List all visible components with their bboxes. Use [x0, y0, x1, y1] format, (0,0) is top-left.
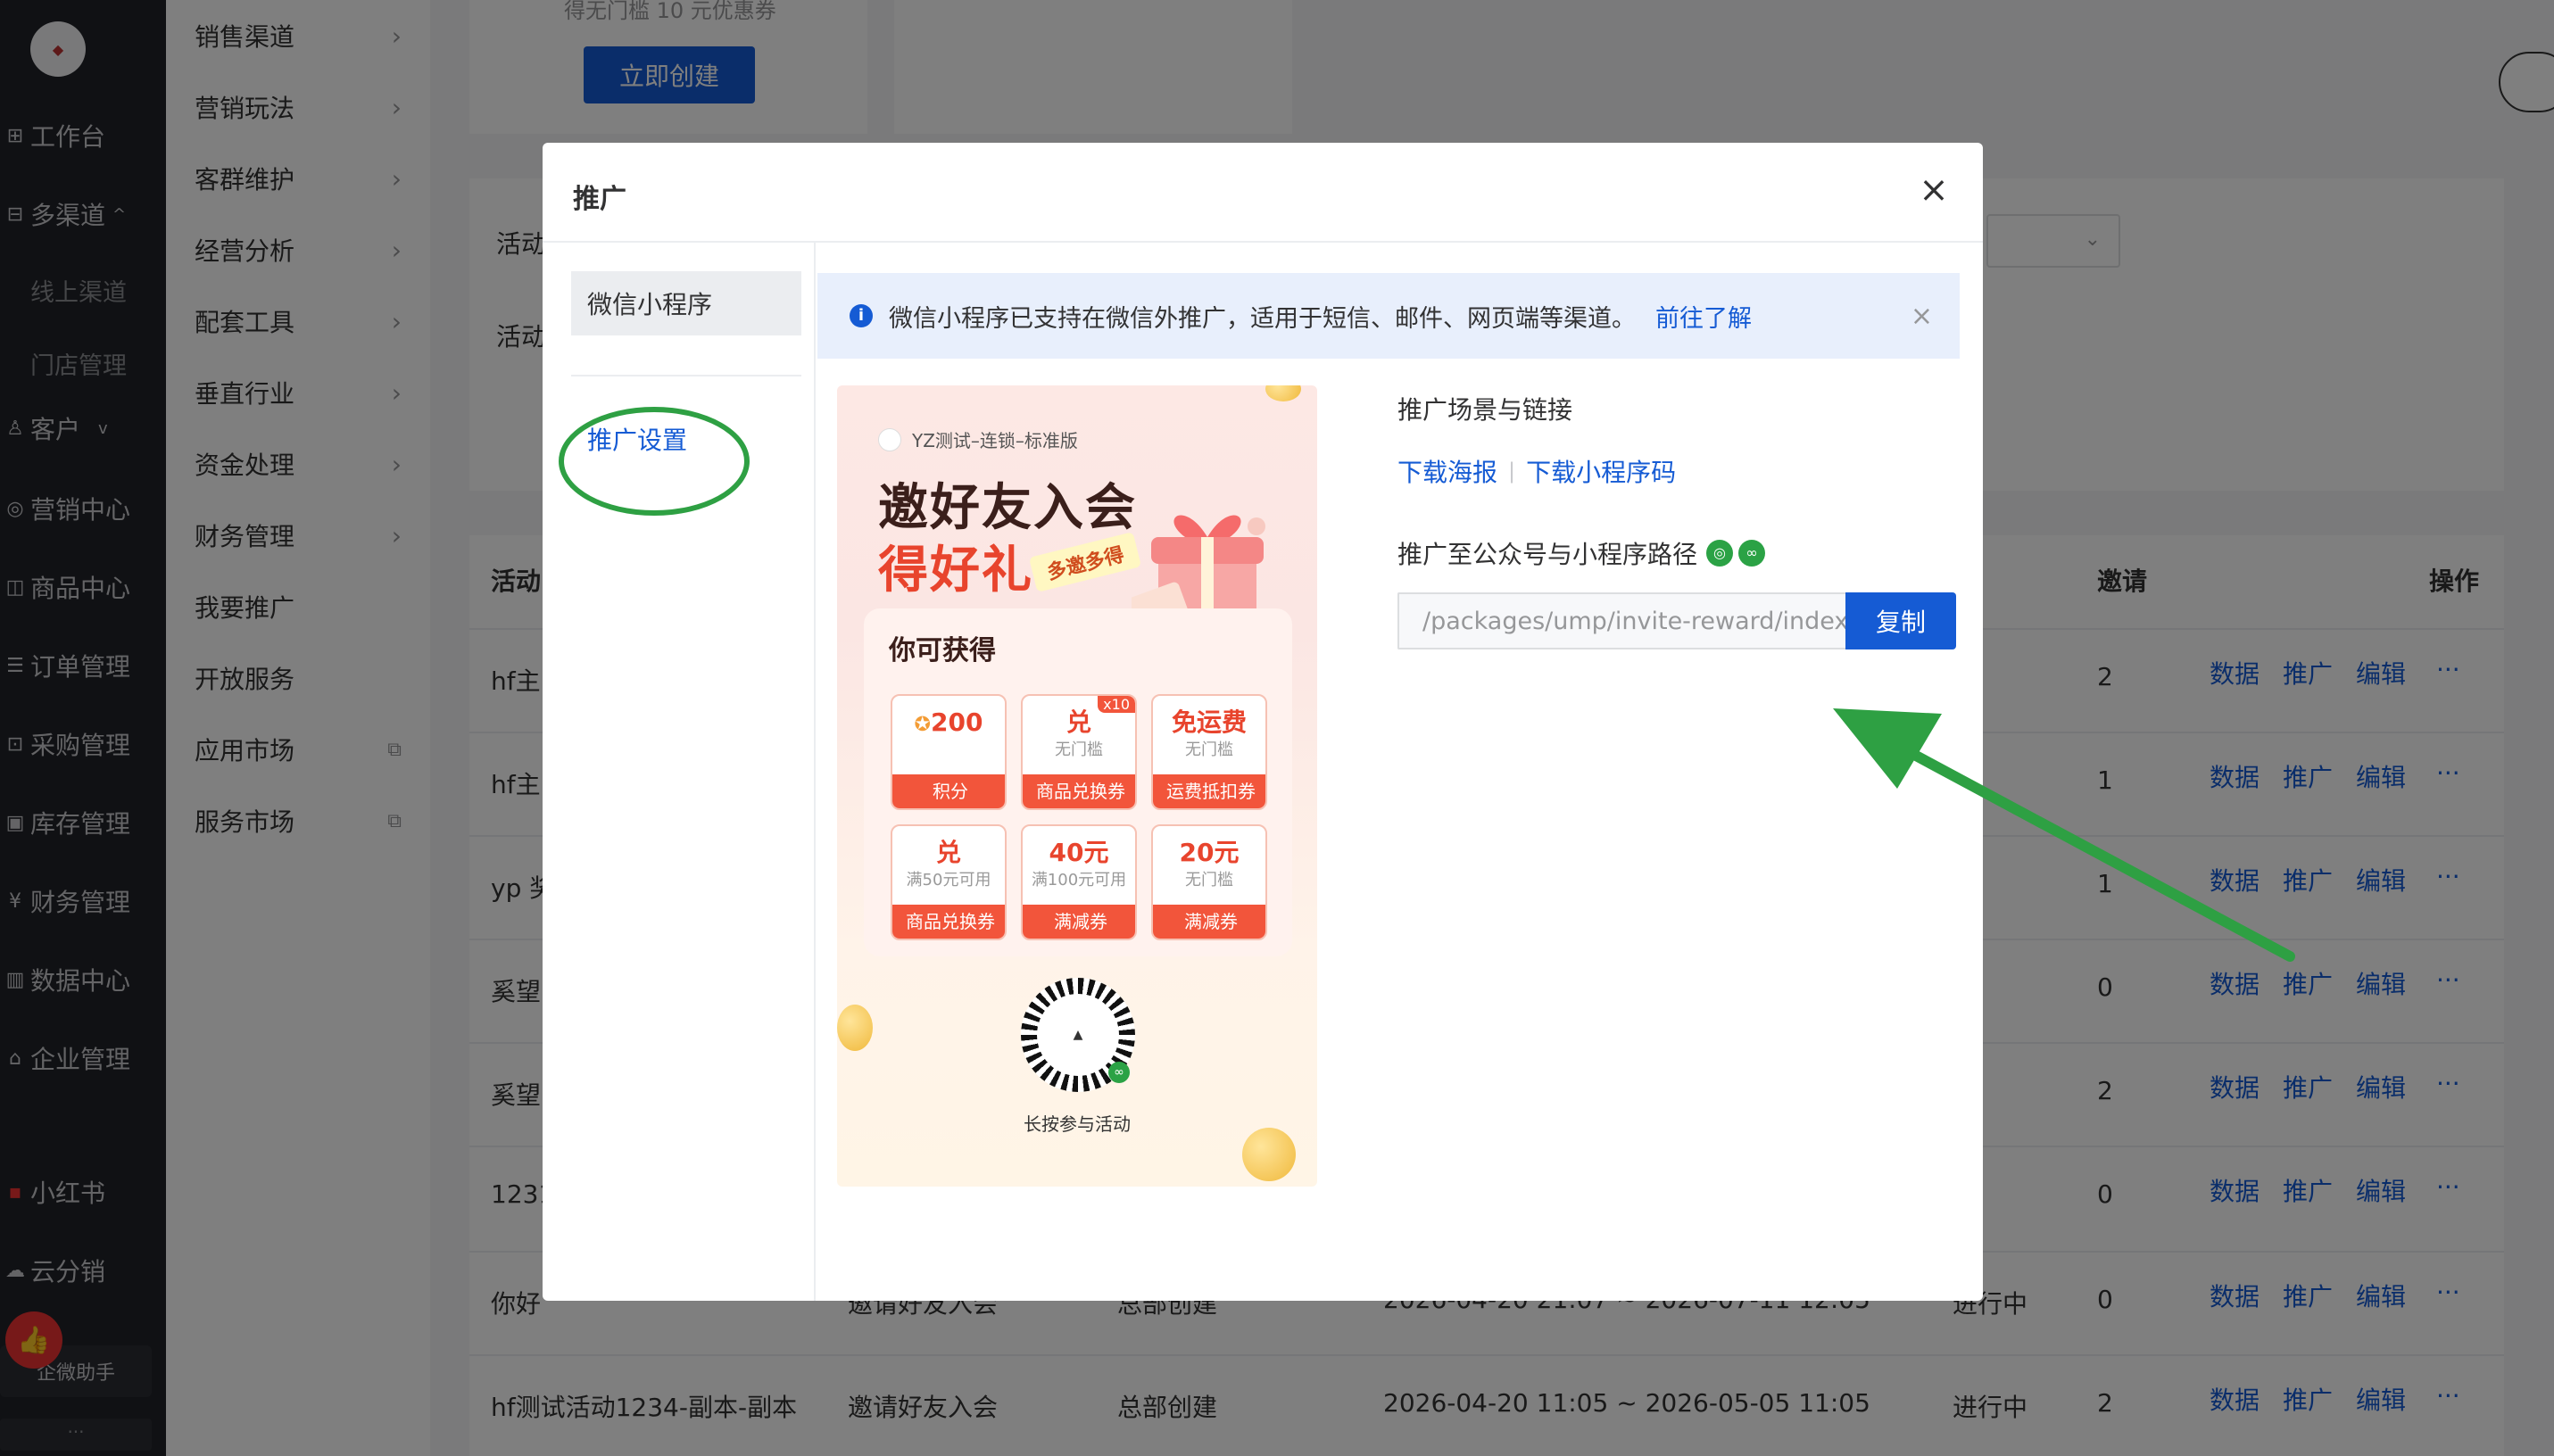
notice-text: 微信小程序已支持在微信外推广，适用于短信、邮件、网页端等渠道。 [889, 304, 1636, 333]
miniprogram-badge-icon: ∞ [1108, 1062, 1130, 1083]
coupon-exchange-50: 兑 满50元可用 商品兑换券 [891, 824, 1007, 940]
wechat-official-account-icon: ◎ [1706, 540, 1734, 567]
annotation-circle [559, 407, 750, 516]
coupon-condition: 满100元可用 [1031, 871, 1127, 889]
coupon-points: ✪200 积分 [891, 694, 1007, 810]
qrcode-logo-icon: ▲ [1037, 994, 1119, 1076]
poster-headline-2: 得好礼 [878, 542, 1033, 600]
divider [571, 375, 801, 376]
coupon-type: 积分 [892, 774, 1005, 808]
coin-icon: ✪ [914, 714, 931, 736]
shop-logo-icon [878, 427, 901, 451]
coupon-condition: 满50元可用 [906, 871, 991, 889]
learn-more-link[interactable]: 前往了解 [1655, 299, 1752, 334]
link-separator: | [1508, 459, 1516, 484]
rewards-panel: 你可获得 ✪200 积分 x10 兑 无门槛 商品兑换券 免运费 无门槛 运费抵… [864, 608, 1292, 956]
download-qrcode-link[interactable]: 下载小程序码 [1526, 453, 1676, 489]
coupon-free-shipping: 免运费 无门槛 运费抵扣券 [1151, 694, 1267, 810]
miniprogram-icon: ∞ [1738, 540, 1766, 567]
coupon-type: 满减券 [1023, 905, 1135, 939]
coin-decoration [1242, 1128, 1296, 1181]
promotion-links-panel: 推广场景与链接 下载海报 | 下载小程序码 推广至公众号与小程序路径 ◎ ∞ 复… [1397, 391, 1969, 649]
promotion-dialog: 推广 × 微信小程序 推广设置 i 微信小程序已支持在微信外推广，适用于短信、邮… [543, 143, 1983, 1301]
coupon-value: 兑 [935, 838, 961, 867]
poster-tag: 多邀多得 [1028, 532, 1142, 592]
dialog-header: 推广 × [543, 143, 1983, 243]
copy-button[interactable]: 复制 [1845, 592, 1956, 649]
close-icon[interactable]: × [1911, 168, 1956, 212]
coupon-count-badge: x10 [1098, 696, 1135, 713]
coupon-exchange: x10 兑 无门槛 商品兑换券 [1021, 694, 1137, 810]
coupon-condition: 无门槛 [1185, 740, 1233, 759]
coupon-discount-20: 20元 无门槛 满减券 [1151, 824, 1267, 940]
dialog-side-tabs: 微信小程序 推广设置 [543, 243, 816, 1301]
poster-shop-name: YZ测试–连锁–标准版 [878, 426, 1078, 452]
qrcode-caption: 长按参与活动 [1024, 1113, 1131, 1135]
tab-wechat-miniprogram[interactable]: 微信小程序 [571, 271, 801, 335]
dialog-title: 推广 [573, 184, 626, 215]
coupon-value: 40元 [1049, 838, 1109, 867]
info-icon: i [850, 304, 873, 327]
coin-decoration [837, 1005, 873, 1051]
coupon-type: 运费抵扣券 [1153, 774, 1265, 808]
miniprogram-qrcode: ▲ ∞ [1021, 978, 1135, 1092]
coin-decoration [1265, 385, 1301, 401]
coupon-type: 商品兑换券 [892, 905, 1005, 939]
coupon-condition [892, 739, 1005, 764]
info-notice: i 微信小程序已支持在微信外推广，适用于短信、邮件、网页端等渠道。 前往了解 × [817, 273, 1960, 359]
poster-preview: YZ测试–连锁–标准版 邀好友入会 得好礼 多邀多得 你可获得 ✪200 积分 … [837, 385, 1317, 1187]
coupon-type: 满减券 [1153, 905, 1265, 939]
download-poster-link[interactable]: 下载海报 [1397, 453, 1497, 489]
notice-close-icon[interactable]: × [1911, 301, 1933, 332]
coupon-discount-40: 40元 满100元可用 满减券 [1021, 824, 1137, 940]
coupon-condition: 无门槛 [1185, 871, 1233, 889]
poster-headline-1: 邀好友入会 [878, 479, 1137, 537]
coupon-condition: 无门槛 [1055, 740, 1103, 759]
coupon-value: 20元 [1179, 838, 1240, 867]
coupon-value: 免运费 [1171, 707, 1247, 737]
coupon-value: 200 [930, 707, 983, 737]
coupon-type: 商品兑换券 [1023, 774, 1135, 808]
section-title: 推广场景与链接 [1397, 395, 1573, 425]
path-section-title: 推广至公众号与小程序路径 [1397, 540, 1698, 569]
path-input[interactable] [1397, 592, 1845, 649]
rewards-title: 你可获得 [889, 635, 996, 666]
